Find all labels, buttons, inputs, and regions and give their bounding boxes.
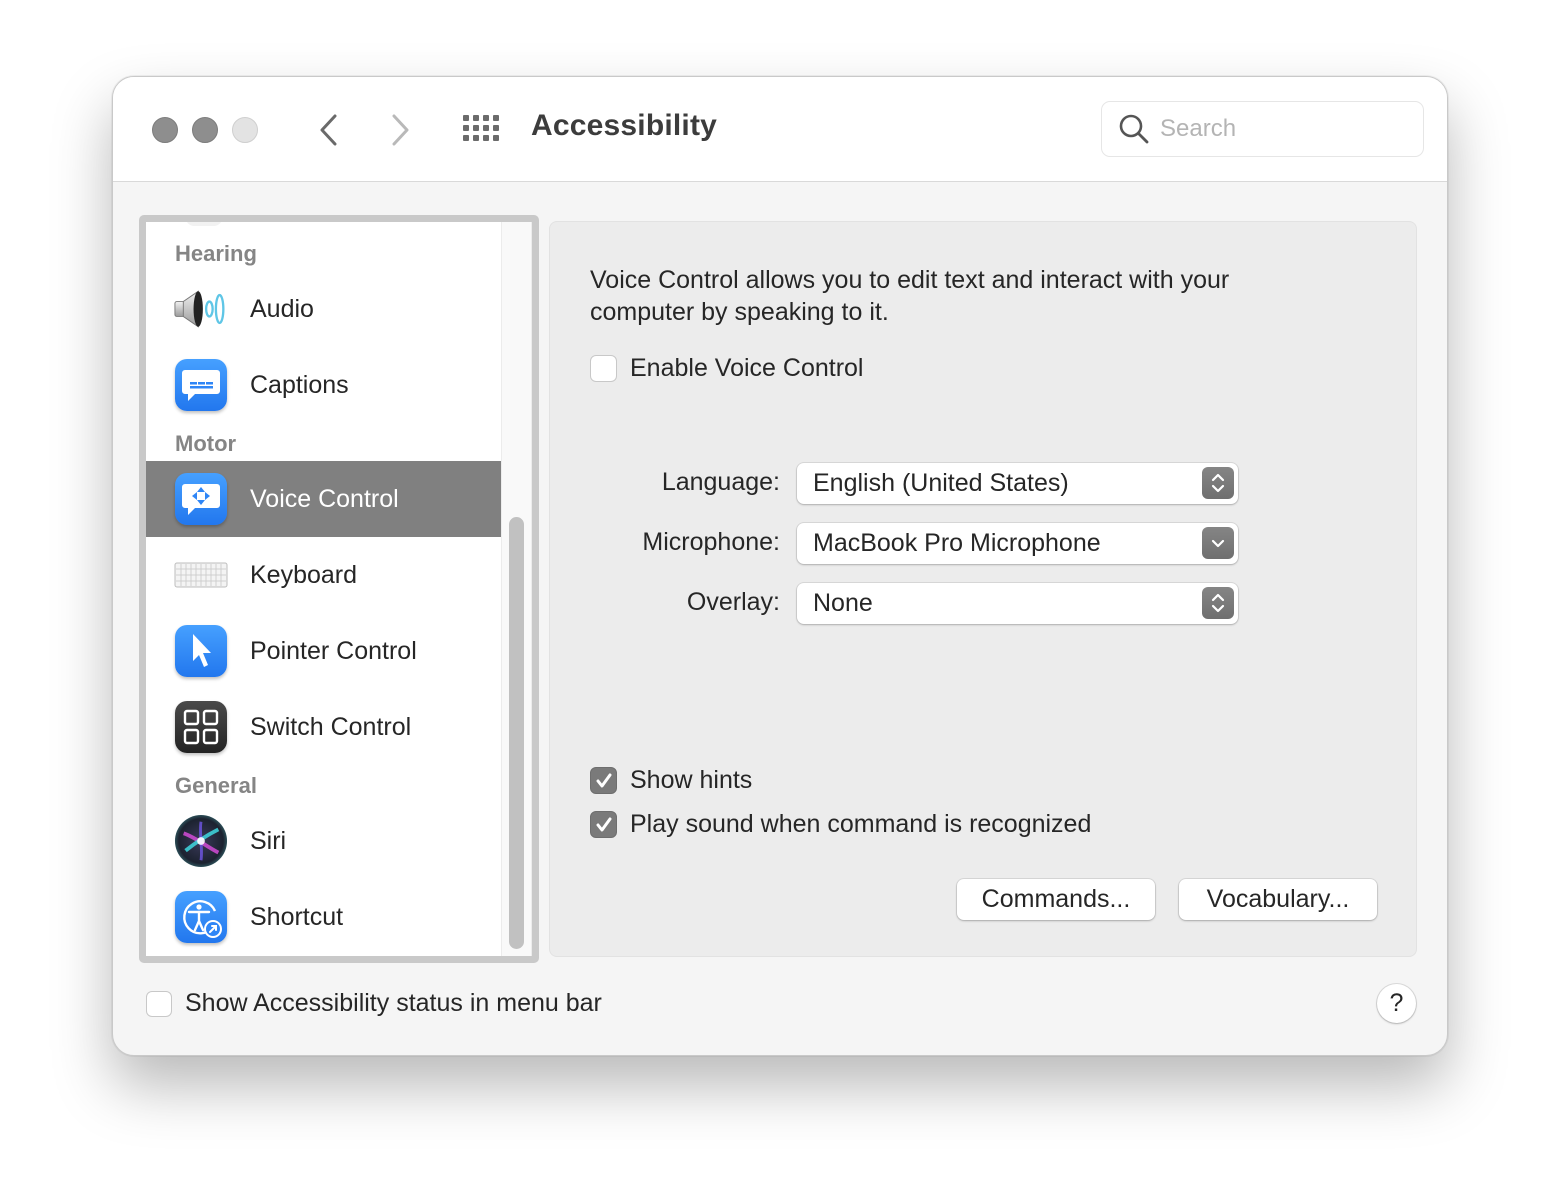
overlay-select[interactable]: None xyxy=(797,583,1238,624)
sidebar-scroll-thumb[interactable] xyxy=(509,517,524,949)
vocabulary-button[interactable]: Vocabulary... xyxy=(1179,879,1377,920)
help-button[interactable]: ? xyxy=(1377,984,1416,1023)
checkbox-label: Show Accessibility status in menu bar xyxy=(185,989,602,1017)
show-hints-checkbox[interactable]: Show hints xyxy=(590,766,752,795)
checkmark-icon xyxy=(596,817,611,831)
grid-dot xyxy=(493,135,499,141)
voice-control-icon-wrap xyxy=(174,472,228,526)
voice-control-icon xyxy=(175,473,227,525)
microphone-select[interactable]: MacBook Pro Microphone xyxy=(797,523,1238,564)
overlay-label: Overlay: xyxy=(686,588,780,616)
switch-control-icon xyxy=(175,701,227,753)
scrolled-item-edge xyxy=(186,222,222,226)
checkbox-label: Show hints xyxy=(630,766,753,794)
show-all-button[interactable] xyxy=(463,115,503,145)
sidebar-item-captions[interactable]: Captions xyxy=(146,347,501,423)
sidebar-item-keyboard[interactable]: Keyboard xyxy=(146,537,501,613)
microphone-value: MacBook Pro Microphone xyxy=(813,529,1101,557)
updown-chevron-icon xyxy=(1202,467,1234,499)
sidebar-item-siri[interactable]: Siri xyxy=(146,803,501,879)
checkbox-box[interactable] xyxy=(590,355,617,382)
sidebar-item-label: Switch Control xyxy=(250,712,412,741)
sidebar-scrollbar[interactable] xyxy=(501,222,532,956)
grid-dot xyxy=(493,125,499,131)
zoom-window-button[interactable] xyxy=(232,117,258,143)
category-list: Hearing Audio Captions Motor Voice Contr… xyxy=(139,215,539,963)
sidebar-item-label: Audio xyxy=(250,294,314,323)
grid-dot xyxy=(483,135,489,141)
siri-icon xyxy=(174,814,228,868)
grid-dot xyxy=(473,115,479,121)
microphone-label: Microphone: xyxy=(642,528,780,556)
grid-dot xyxy=(463,135,469,141)
search-input[interactable] xyxy=(1160,115,1400,143)
enable-voice-control-checkbox[interactable]: Enable Voice Control xyxy=(590,354,863,383)
sidebar-item-label: Captions xyxy=(250,370,349,399)
checkbox-box[interactable] xyxy=(146,990,172,1017)
section-header-motor: Motor xyxy=(175,431,237,456)
sidebar-item-shortcut[interactable]: Shortcut xyxy=(146,879,501,955)
language-label: Language: xyxy=(661,468,780,496)
section-header-hearing: Hearing xyxy=(175,241,257,266)
play-sound-checkbox[interactable]: Play sound when command is recognized xyxy=(590,810,1091,839)
chevron-right-icon xyxy=(392,114,409,146)
close-window-button[interactable] xyxy=(152,117,178,143)
checkbox-box[interactable] xyxy=(590,811,617,838)
minimize-window-button[interactable] xyxy=(192,117,218,143)
speaker-icon xyxy=(174,282,228,336)
sidebar-item-label: Shortcut xyxy=(250,902,344,931)
checkbox-label: Play sound when command is recognized xyxy=(630,810,1092,838)
sidebar-item-audio[interactable]: Audio xyxy=(146,271,501,347)
sidebar-item-label: Pointer Control xyxy=(250,636,417,665)
captions-icon-wrap xyxy=(174,358,228,412)
grid-dot xyxy=(463,115,469,121)
panel-description: Voice Control allows you to edit text an… xyxy=(590,266,1230,326)
back-button[interactable] xyxy=(308,110,348,150)
accessibility-shortcut-icon-wrap xyxy=(174,890,228,944)
sidebar-item-label: Voice Control xyxy=(250,484,399,513)
grid-dot xyxy=(463,125,469,131)
grid-dot xyxy=(483,115,489,121)
language-select[interactable]: English (United States) xyxy=(797,463,1238,504)
voice-control-panel: Voice Control allows you to edit text an… xyxy=(549,221,1417,957)
captions-icon xyxy=(175,359,227,411)
switch-control-icon-wrap xyxy=(174,700,228,754)
grid-dot xyxy=(483,125,489,131)
window-title: Accessibility xyxy=(531,109,718,142)
overlay-value: None xyxy=(813,589,873,617)
checkbox-label: Enable Voice Control xyxy=(630,354,864,382)
sidebar-item-label: Siri xyxy=(250,826,287,855)
checkmark-icon xyxy=(596,773,611,787)
keyboard-icon xyxy=(174,548,228,602)
grid-dot xyxy=(473,135,479,141)
search-field[interactable] xyxy=(1101,101,1424,157)
chevron-down-icon xyxy=(1202,527,1234,559)
grid-dot xyxy=(493,115,499,121)
sidebar-item-switch-control[interactable]: Switch Control xyxy=(146,689,501,765)
section-header-general: General xyxy=(175,773,257,798)
chevron-left-icon xyxy=(320,114,337,146)
accessibility-shortcut-icon xyxy=(175,891,227,943)
system-preferences-window: Accessibility Hearing xyxy=(112,76,1448,1056)
checkbox-box[interactable] xyxy=(590,767,617,794)
updown-chevron-icon xyxy=(1202,587,1234,619)
pointer-icon-wrap xyxy=(174,624,228,678)
forward-button[interactable] xyxy=(381,110,421,150)
pointer-icon xyxy=(175,625,227,677)
commands-button[interactable]: Commands... xyxy=(957,879,1155,920)
grid-dot xyxy=(473,125,479,131)
category-list-content: Hearing Audio Captions Motor Voice Contr… xyxy=(146,222,501,956)
language-value: English (United States) xyxy=(813,469,1069,497)
sidebar-item-label: Keyboard xyxy=(250,560,358,589)
show-status-in-menu-bar-checkbox[interactable]: Show Accessibility status in menu bar xyxy=(146,989,602,1018)
sidebar-item-pointer-control[interactable]: Pointer Control xyxy=(146,613,501,689)
sidebar-item-voice-control[interactable]: Voice Control xyxy=(146,461,501,537)
toolbar: Accessibility xyxy=(113,77,1447,182)
search-icon xyxy=(1119,114,1149,144)
